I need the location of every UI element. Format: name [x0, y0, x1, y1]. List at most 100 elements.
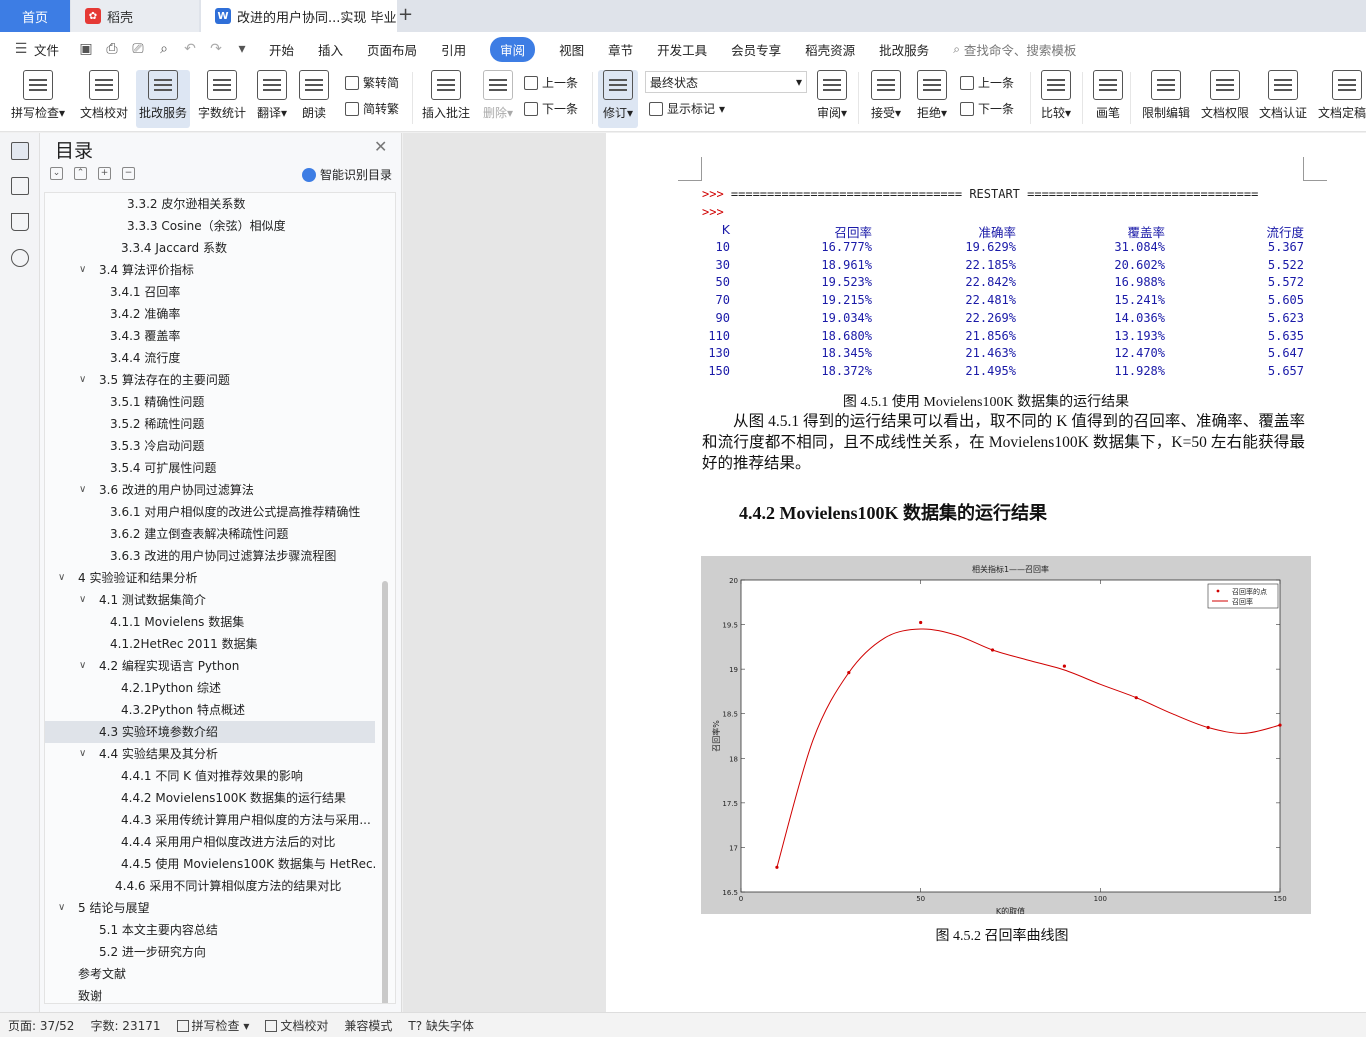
toc-item[interactable]: 3.3.3 Cosine（余弦）相似度 — [45, 215, 375, 237]
toc-item[interactable]: ∨ 4.1 测试数据集简介 — [45, 589, 375, 611]
missing-font-button[interactable]: T? 缺失字体 — [408, 1017, 474, 1034]
toc-item[interactable]: ∨ 4 实验验证和结果分析 — [45, 567, 375, 589]
menu-view[interactable]: 视图 — [559, 40, 584, 59]
trad-to-simp-button[interactable]: 繁转简 — [345, 74, 399, 91]
page-indicator[interactable]: 页面: 37/52 — [8, 1017, 74, 1034]
tab-home[interactable]: 首页 — [0, 0, 70, 32]
toc-item[interactable]: 4.4.6 采用不同计算相似度方法的结果对比 — [45, 875, 375, 897]
toc-item[interactable]: ∨ 3.5 算法存在的主要问题 — [45, 369, 375, 391]
bookmark-icon[interactable] — [11, 213, 29, 231]
chevron-down-icon[interactable]: ∨ — [58, 897, 65, 919]
pen-button[interactable]: 画笔 — [1092, 70, 1124, 121]
toc-item[interactable]: 4.4.4 采用用户相似度改进方法后的对比 — [45, 831, 375, 853]
menu-review[interactable]: 审阅 — [490, 36, 536, 62]
expand-up-icon[interactable]: ⌃ — [74, 167, 87, 180]
prev-comment-button[interactable]: 上一条 — [524, 74, 578, 91]
print-preview-icon[interactable]: ⌕ — [155, 40, 173, 58]
reject-button[interactable]: 拒绝▾ — [914, 70, 950, 121]
menu-chapter[interactable]: 章节 — [608, 40, 633, 59]
menu-daoke-resources[interactable]: 稻壳资源 — [805, 40, 855, 59]
toc-item[interactable]: 3.6.2 建立倒查表解决稀疏性问题 — [45, 523, 375, 545]
toc-item[interactable]: ∨ 4.2 编程实现语言 Python — [45, 655, 375, 677]
search-icon[interactable]: ⌕ — [953, 42, 960, 57]
chevron-down-icon[interactable]: ∨ — [79, 589, 86, 611]
command-search[interactable]: 查找命令、搜索模板 — [964, 40, 1077, 59]
chevron-down-icon[interactable]: ∨ — [79, 655, 86, 677]
review-pane-button[interactable]: 审阅▾ — [814, 70, 850, 121]
doc-check-button[interactable]: 文档校对 — [78, 70, 130, 121]
simp-to-trad-button[interactable]: 简转繁 — [345, 100, 399, 117]
document-page[interactable]: >>> ================================ RES… — [606, 133, 1366, 1012]
more-dropdown-icon[interactable]: ▾ — [233, 40, 251, 58]
toc-item[interactable]: 3.5.4 可扩展性问题 — [45, 457, 375, 479]
accept-button[interactable]: 接受▾ — [868, 70, 904, 121]
translate-button[interactable]: 翻译▾ — [254, 70, 290, 121]
toc-item[interactable]: ∨ 3.4 算法评价指标 — [45, 259, 375, 281]
toc-item[interactable]: 致谢 — [45, 985, 375, 1003]
delete-comment-button[interactable]: 删除▾ — [480, 70, 516, 121]
chevron-down-icon[interactable]: ∨ — [79, 369, 86, 391]
remove-entry-icon[interactable]: − — [122, 167, 135, 180]
find-icon[interactable] — [11, 249, 29, 267]
menu-layout[interactable]: 页面布局 — [367, 40, 417, 59]
chevron-down-icon[interactable]: ∨ — [79, 479, 86, 501]
undo-icon[interactable]: ↶ — [181, 40, 199, 58]
chapter-nav-icon[interactable] — [11, 177, 29, 195]
menu-file[interactable]: 文件 — [34, 40, 59, 59]
toc-item[interactable]: ∨ 3.6 改进的用户协同过滤算法 — [45, 479, 375, 501]
tab-daoke[interactable]: ✿ 稻壳 — [71, 0, 199, 32]
doc-permission-button[interactable]: 文档权限 — [1199, 70, 1251, 121]
menu-insert[interactable]: 插入 — [318, 40, 343, 59]
toc-item[interactable]: 3.4.4 流行度 — [45, 347, 375, 369]
review-service-button[interactable]: 批改服务 — [136, 70, 190, 128]
chevron-down-icon[interactable]: ∨ — [58, 567, 65, 589]
toc-item[interactable]: 参考文献 — [45, 963, 375, 985]
toc-item[interactable]: 3.4.1 召回率 — [45, 281, 375, 303]
menu-start[interactable]: 开始 — [269, 40, 294, 59]
tab-document[interactable]: W 改进的用户协同...实现 毕业论文 — [201, 0, 397, 32]
toc-item[interactable]: 4.1.2HetRec 2011 数据集 — [45, 633, 375, 655]
prev-change-button[interactable]: 上一条 — [960, 74, 1014, 91]
next-comment-button[interactable]: 下一条 — [524, 100, 578, 117]
insert-comment-button[interactable]: 插入批注 — [420, 70, 472, 121]
toc-item[interactable]: 4.1.1 Movielens 数据集 — [45, 611, 375, 633]
chevron-down-icon[interactable]: ∨ — [79, 743, 86, 765]
toc-item[interactable]: 3.5.1 精确性问题 — [45, 391, 375, 413]
hamburger-menu-icon[interactable]: ☰ — [12, 40, 30, 58]
toc-item[interactable]: 3.3.4 Jaccard 系数 — [45, 237, 375, 259]
add-entry-icon[interactable]: + — [98, 167, 111, 180]
toc-item[interactable]: 3.6.3 改进的用户协同过滤算法步骤流程图 — [45, 545, 375, 567]
word-count-button[interactable]: 字数统计 — [196, 70, 248, 121]
markup-state-select[interactable]: 最终状态 ▾ — [645, 71, 807, 93]
new-tab-icon[interactable]: + — [398, 4, 413, 25]
word-count[interactable]: 字数: 23171 — [90, 1017, 160, 1034]
toc-item[interactable]: ∨ 4.4 实验结果及其分析 — [45, 743, 375, 765]
redo-icon[interactable]: ↷ — [207, 40, 225, 58]
toc-scrollbar[interactable] — [382, 581, 388, 1003]
menu-member[interactable]: 会员专享 — [731, 40, 781, 59]
doc-check-toggle[interactable]: 文档校对 — [265, 1017, 328, 1034]
menu-dev-tools[interactable]: 开发工具 — [657, 40, 707, 59]
toc-item[interactable]: 5.2 进一步研究方向 — [45, 941, 375, 963]
toc-item[interactable]: 3.3.2 皮尔逊相关系数 — [45, 193, 375, 215]
read-aloud-button[interactable]: 朗读 — [298, 70, 330, 121]
track-changes-button[interactable]: 修订▾ — [598, 70, 638, 128]
toc-item[interactable]: 3.4.2 准确率 — [45, 303, 375, 325]
menu-reference[interactable]: 引用 — [441, 40, 466, 59]
spell-check-button[interactable]: 拼写检查▾ — [8, 70, 68, 121]
toc-panel-icon[interactable] — [11, 142, 29, 160]
doc-cert-button[interactable]: 文档认证 — [1257, 70, 1309, 121]
toc-item[interactable]: 3.5.2 稀疏性问题 — [45, 413, 375, 435]
toc-item[interactable]: 3.5.3 冷启动问题 — [45, 435, 375, 457]
close-icon[interactable]: ✕ — [374, 137, 387, 156]
save-icon[interactable]: ▣ — [77, 40, 95, 58]
toc-item[interactable]: 4.4.5 使用 Movielens100K 数据集与 HetRec... — [45, 853, 375, 875]
toc-item[interactable]: 4.4.3 采用传统计算用户相似度的方法与采用... — [45, 809, 375, 831]
toc-item[interactable]: 4.4.1 不同 K 值对推荐效果的影响 — [45, 765, 375, 787]
collapse-all-icon[interactable]: ⌄ — [50, 167, 63, 180]
toc-item[interactable]: 4.2.1Python 综述 — [45, 677, 375, 699]
toc-item[interactable]: 3.6.1 对用户相似度的改进公式提高推荐精确性 — [45, 501, 375, 523]
toc-item[interactable]: 5.1 本文主要内容总结 — [45, 919, 375, 941]
export-pdf-icon[interactable]: ⎙ — [103, 40, 121, 58]
toc-item[interactable]: 4.4.2 Movielens100K 数据集的运行结果 — [45, 787, 375, 809]
